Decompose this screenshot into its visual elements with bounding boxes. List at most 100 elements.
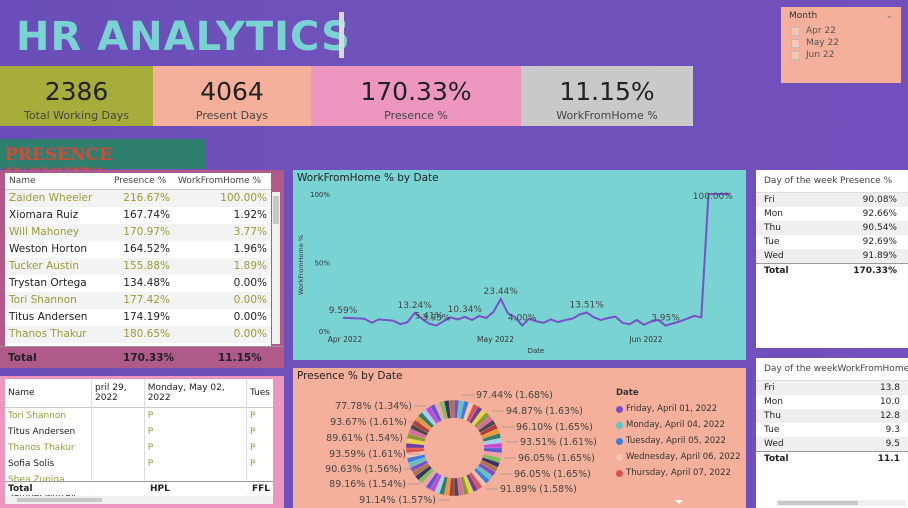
- donut-data-label: 93.67% (1.61%): [330, 417, 407, 428]
- legend-label: Friday, April 01, 2022: [626, 404, 718, 414]
- table-row[interactable]: Fri 13.8: [756, 381, 908, 395]
- scrollbar-thumb[interactable]: [273, 196, 279, 224]
- table-cell: 167.74%: [123, 209, 171, 221]
- table-cell: Xiomara Ruiz: [9, 209, 79, 221]
- scrollbar-thumb[interactable]: [778, 501, 858, 505]
- table-row[interactable]: Xiomara Ruiz 167.74% 1.92%: [5, 206, 271, 224]
- value-cell: 9.5: [885, 439, 900, 449]
- donut-data-label: 89.16% (1.54%): [329, 479, 406, 490]
- column-header[interactable]: WorkFromHome %: [174, 173, 271, 190]
- data-label: 13.24%: [398, 301, 433, 311]
- column-header[interactable]: Monday, May 02, 2022: [144, 379, 247, 408]
- table-row[interactable]: Fri 90.08%: [756, 193, 908, 207]
- column-header[interactable]: Day of the week: [764, 364, 837, 374]
- matrix-row[interactable]: Titus Andersen P P: [5, 423, 273, 440]
- scroll-down-icon[interactable]: [675, 500, 683, 504]
- table-row[interactable]: Tue 92.69%: [756, 235, 908, 249]
- table-row[interactable]: Weston Horton 164.52% 1.96%: [5, 240, 271, 258]
- scrollbar[interactable]: [272, 192, 280, 344]
- table-row[interactable]: Mon 10.0: [756, 395, 908, 409]
- column-header[interactable]: Tues: [246, 379, 273, 408]
- table-cell: 1.89%: [233, 260, 267, 272]
- kpi-label: Presence %: [384, 109, 448, 122]
- data-label: 13.51%: [570, 300, 605, 310]
- matrix-row[interactable]: Sofia Solis P P: [5, 455, 273, 472]
- table-row[interactable]: Trystan Ortega 134.48% 0.00%: [5, 274, 271, 292]
- matrix-total-label: Total: [8, 484, 33, 494]
- legend-item[interactable]: Tuesday, April 05, 2022: [616, 436, 744, 446]
- total-label: Total: [764, 454, 789, 464]
- table-row[interactable]: Tori Shannon 177.42% 0.00%: [5, 291, 271, 309]
- day-cell: Thu: [764, 223, 781, 233]
- matrix-cell: [91, 407, 145, 424]
- column-header[interactable]: Presence %: [840, 176, 892, 186]
- column-header[interactable]: Name: [5, 379, 92, 408]
- legend-color-dot: [616, 469, 623, 477]
- table-row[interactable]: Tue 9.3: [756, 423, 908, 437]
- y-tick-label: 50%: [314, 260, 330, 268]
- table-row[interactable]: Thu 12.8: [756, 409, 908, 423]
- table-cell: 0.00%: [233, 311, 267, 323]
- day-cell: Tue: [764, 425, 780, 435]
- donut-data-label: 96.05% (1.65%): [514, 469, 591, 480]
- legend-item[interactable]: Thursday, April 07, 2022: [616, 468, 744, 478]
- slicer-option[interactable]: Jun 22: [781, 49, 901, 61]
- slicer-option[interactable]: Apr 22: [781, 25, 901, 37]
- table-row[interactable]: Tucker Austin 155.88% 1.89%: [5, 257, 271, 275]
- checkbox-icon[interactable]: [791, 38, 800, 48]
- legend-color-dot: [616, 405, 623, 413]
- matrix-cell: P: [249, 410, 256, 421]
- legend-item[interactable]: Friday, April 01, 2022: [616, 404, 744, 414]
- matrix-cell: P: [144, 455, 247, 472]
- title-divider: [339, 12, 344, 58]
- y-axis-label: WorkFromHome %: [297, 235, 305, 295]
- matrix-row[interactable]: Tori Shannon P P: [5, 407, 273, 424]
- table-row[interactable]: Mon 92.66%: [756, 207, 908, 221]
- column-header[interactable]: Name: [5, 173, 110, 190]
- table-cell: Zaiden Wheeler: [9, 192, 93, 205]
- section-title-bg: PRESENCE INSIGHTS: [0, 139, 206, 185]
- horizontal-scrollbar[interactable]: [776, 500, 906, 506]
- table-row[interactable]: Thu 90.54%: [756, 221, 908, 235]
- table-row[interactable]: Wed 91.89%: [756, 249, 908, 263]
- slicer-option[interactable]: May 22: [781, 37, 901, 49]
- value-cell: 90.08%: [862, 195, 897, 205]
- column-header[interactable]: Day of the week: [764, 176, 840, 186]
- legend-label: Wednesday, April 06, 2022: [626, 452, 741, 462]
- legend-color-dot: [616, 421, 623, 429]
- table-row[interactable]: Will Mahoney 170.97% 3.77%: [5, 223, 271, 241]
- table-cell: Trystan Ortega: [9, 277, 87, 289]
- data-label: 100.00%: [693, 192, 733, 202]
- table-cell: 0.00%: [233, 277, 267, 289]
- legend-item[interactable]: Wednesday, April 06, 2022: [616, 452, 744, 462]
- table-cell: 180.65%: [123, 328, 171, 340]
- wfh-line-chart[interactable]: WorkFromHome % 100%50%0% Apr 2022 May 202…: [293, 170, 746, 360]
- column-header[interactable]: pril 29, 2022: [91, 379, 145, 408]
- kpi-label: Total Working Days: [24, 109, 129, 122]
- wfh-line-chart-panel: WorkFromHome % by Date WorkFromHome % 10…: [293, 170, 746, 360]
- table-row[interactable]: Zaiden Wheeler 216.67% 100.00%: [5, 189, 271, 207]
- table-cell: 164.52%: [123, 243, 171, 255]
- legend-item[interactable]: Monday, April 04, 2022: [616, 420, 744, 430]
- column-header[interactable]: Presence %: [110, 173, 175, 190]
- table-cell: 100.00%: [220, 192, 267, 205]
- total-label: Total: [764, 266, 789, 276]
- checkbox-icon[interactable]: [791, 50, 800, 60]
- column-header[interactable]: WorkFromHome: [837, 364, 908, 374]
- month-slicer[interactable]: Month ⌄ Apr 22 May 22 Jun 22: [781, 7, 901, 83]
- chevron-down-icon[interactable]: ⌄: [885, 11, 893, 21]
- donut-data-label: 89.61% (1.54%): [326, 433, 403, 444]
- scrollbar-thumb[interactable]: [17, 498, 102, 502]
- table-row[interactable]: Thanos Thakur 180.65% 0.00%: [5, 325, 271, 343]
- checkbox-icon[interactable]: [791, 26, 800, 36]
- kpi-value: 170.33%: [360, 77, 472, 106]
- table-row[interactable]: Titus Andersen 174.19% 0.00%: [5, 308, 271, 326]
- horizontal-scrollbar[interactable]: [5, 496, 273, 504]
- matrix-cell: Sofia Solis: [5, 455, 92, 472]
- matrix-cell: Thanos Thakur: [5, 439, 92, 456]
- legend-label: Tuesday, April 05, 2022: [626, 436, 726, 446]
- data-label: 3.95%: [422, 314, 451, 324]
- matrix-row[interactable]: Thanos Thakur P P: [5, 439, 273, 456]
- legend-color-dot: [616, 453, 623, 461]
- table-row[interactable]: Wed 9.5: [756, 437, 908, 451]
